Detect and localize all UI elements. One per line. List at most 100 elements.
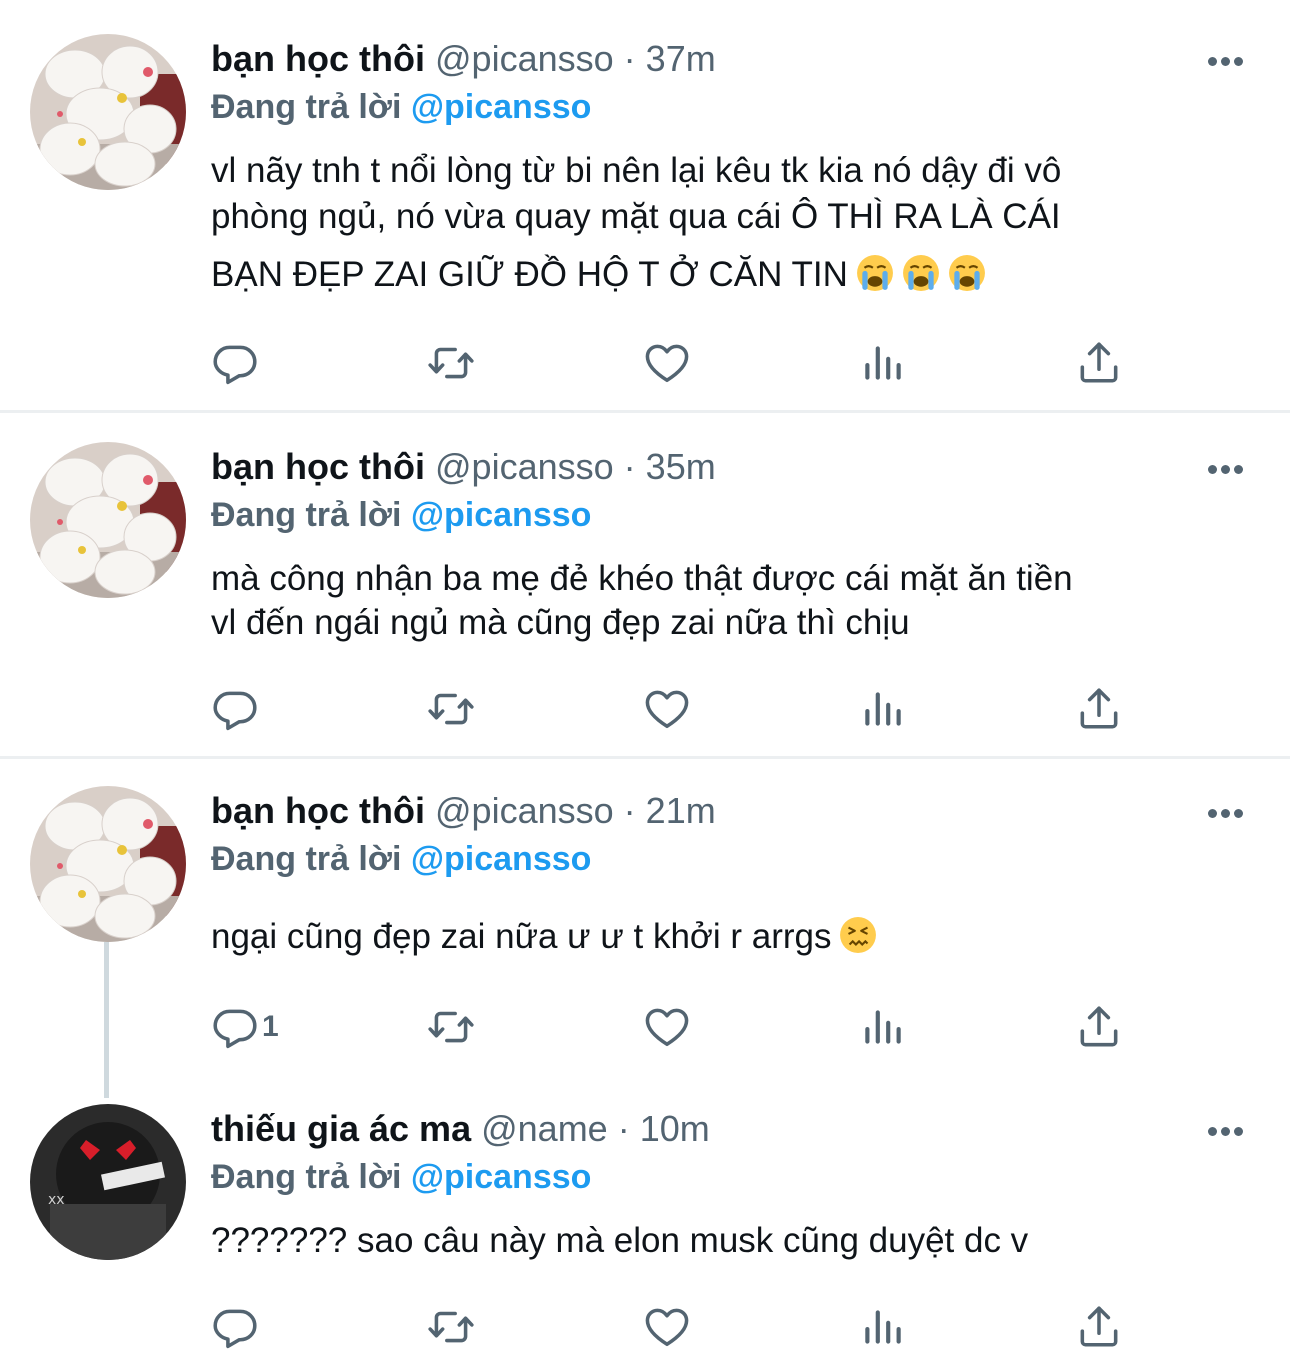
timestamp[interactable]: 10m	[640, 1108, 710, 1149]
replying-to: Đang trả lời @picansso	[211, 82, 591, 132]
tweet[interactable]: bạn học thôi @picansso · 37m Đang trả lờ…	[0, 34, 1290, 404]
reply-icon	[210, 338, 260, 388]
share-button[interactable]	[1074, 336, 1124, 390]
tweet-actions	[210, 336, 1130, 390]
more-icon[interactable]	[1208, 1123, 1248, 1136]
more-icon[interactable]	[1208, 53, 1248, 66]
tweet-text-fragment: ngại cũng đẹp zai nữa ư ư t khởi r arrgs	[211, 917, 832, 956]
tweet[interactable]: bạn học thôi @picansso · 35m Đang trả lờ…	[0, 442, 1290, 752]
share-icon	[1074, 1302, 1124, 1352]
mention-link[interactable]: @picansso	[411, 88, 592, 126]
separator-dot: ·	[617, 1108, 630, 1149]
display-name[interactable]: thiếu gia ác ma	[211, 1108, 471, 1149]
tweet-actions	[210, 1300, 1130, 1354]
avatar-image	[30, 786, 186, 942]
like-button[interactable]	[642, 682, 692, 736]
reply-button[interactable]	[210, 1300, 262, 1354]
separator-dot: ·	[623, 38, 636, 79]
tweet-text: vl nãy tnh t nổi lòng từ bi nên lại kêu …	[211, 146, 1251, 300]
retweet-button[interactable]	[426, 1300, 476, 1354]
username[interactable]: @picansso	[435, 38, 614, 79]
views-button[interactable]	[858, 1000, 908, 1054]
username[interactable]: @name	[481, 1108, 608, 1149]
reply-count: 1	[262, 1010, 279, 1043]
tweet-text: ngại cũng đẹp zai nữa ư ư t khởi r arrgs	[211, 912, 1251, 962]
tweet[interactable]: bạn học thôi @picansso · 21m Đang trả lờ…	[0, 786, 1290, 1076]
tweet-actions: 1	[210, 1000, 1130, 1054]
tweet-text-line: vl đến ngái ngủ mà cũng đẹp zai nữa thì …	[211, 603, 910, 642]
avatar[interactable]	[30, 786, 186, 942]
avatar[interactable]	[30, 442, 186, 598]
share-button[interactable]	[1074, 682, 1124, 736]
display-name[interactable]: bạn học thôi	[211, 790, 425, 831]
views-icon	[858, 338, 908, 388]
views-icon	[858, 1002, 908, 1052]
display-name[interactable]: bạn học thôi	[211, 38, 425, 79]
tweet-text-line: mà công nhận ba mẹ đẻ khéo thật được cái…	[211, 559, 1073, 598]
views-button[interactable]	[858, 1300, 908, 1354]
like-button[interactable]	[642, 336, 692, 390]
share-button[interactable]	[1074, 1300, 1124, 1354]
mention-link[interactable]: @picansso	[411, 840, 592, 878]
separator-dot: ·	[623, 446, 636, 487]
retweet-button[interactable]	[426, 336, 476, 390]
share-icon	[1074, 338, 1124, 388]
tweet-header: bạn học thôi @picansso · 37m	[211, 34, 716, 84]
tweet-text-line: phòng ngủ, nó vừa quay mặt qua cái Ô THÌ…	[211, 197, 1061, 236]
timestamp[interactable]: 21m	[646, 790, 716, 831]
views-button[interactable]	[858, 682, 908, 736]
like-button[interactable]	[642, 1300, 692, 1354]
retweet-button[interactable]	[426, 1000, 476, 1054]
avatar[interactable]	[30, 1104, 186, 1260]
timestamp[interactable]: 35m	[646, 446, 716, 487]
reply-icon	[210, 684, 260, 734]
divider	[0, 410, 1290, 413]
retweet-button[interactable]	[426, 682, 476, 736]
mention-link[interactable]: @picansso	[411, 1158, 592, 1196]
loudly-crying-face-icon	[902, 255, 939, 291]
separator-dot: ·	[623, 790, 636, 831]
reply-icon	[210, 1002, 260, 1052]
replying-to: Đang trả lời @picansso	[211, 1152, 591, 1202]
like-button[interactable]	[642, 1000, 692, 1054]
reply-button[interactable]	[210, 336, 262, 390]
tweet-header: bạn học thôi @picansso · 35m	[211, 442, 716, 492]
loudly-crying-face-icon	[948, 255, 985, 291]
share-button[interactable]	[1074, 1000, 1124, 1054]
tweet-text-line: ??????? sao câu này mà elon musk cũng du…	[211, 1221, 1029, 1260]
tweet-text-line: vl nãy tnh t nổi lòng từ bi nên lại kêu …	[211, 151, 1062, 190]
replying-prefix: Đang trả lời	[211, 840, 402, 878]
views-icon	[858, 1302, 908, 1352]
replying-prefix: Đang trả lời	[211, 88, 402, 126]
retweet-icon	[426, 684, 476, 734]
reply-icon	[210, 1302, 260, 1352]
username[interactable]: @picansso	[435, 790, 614, 831]
avatar[interactable]	[30, 34, 186, 190]
reply-button[interactable]	[210, 682, 262, 736]
like-icon	[642, 338, 692, 388]
display-name[interactable]: bạn học thôi	[211, 446, 425, 487]
like-icon	[642, 1302, 692, 1352]
timestamp[interactable]: 37m	[646, 38, 716, 79]
avatar-image	[30, 1104, 186, 1260]
like-icon	[642, 1002, 692, 1052]
views-button[interactable]	[858, 336, 908, 390]
tweet-text-line: ngại cũng đẹp zai nữa ư ư t khởi r arrgs	[211, 912, 1251, 962]
username[interactable]: @picansso	[435, 446, 614, 487]
replying-prefix: Đang trả lời	[211, 1158, 402, 1196]
share-icon	[1074, 684, 1124, 734]
more-icon[interactable]	[1208, 461, 1248, 474]
like-icon	[642, 684, 692, 734]
more-icon[interactable]	[1208, 805, 1248, 818]
mention-link[interactable]: @picansso	[411, 496, 592, 534]
tweet-header: bạn học thôi @picansso · 21m	[211, 786, 716, 836]
tweet[interactable]: thiếu gia ác ma @name · 10m Đang trả lời…	[0, 1104, 1290, 1370]
reply-button[interactable]: 1	[210, 1000, 279, 1054]
retweet-icon	[426, 338, 476, 388]
views-icon	[858, 684, 908, 734]
tweet-text: mà công nhận ba mẹ đẻ khéo thật được cái…	[211, 554, 1251, 648]
replying-to: Đang trả lời @picansso	[211, 834, 591, 884]
confounded-face-icon	[840, 917, 877, 953]
loudly-crying-face-icon	[856, 255, 893, 291]
retweet-icon	[426, 1002, 476, 1052]
